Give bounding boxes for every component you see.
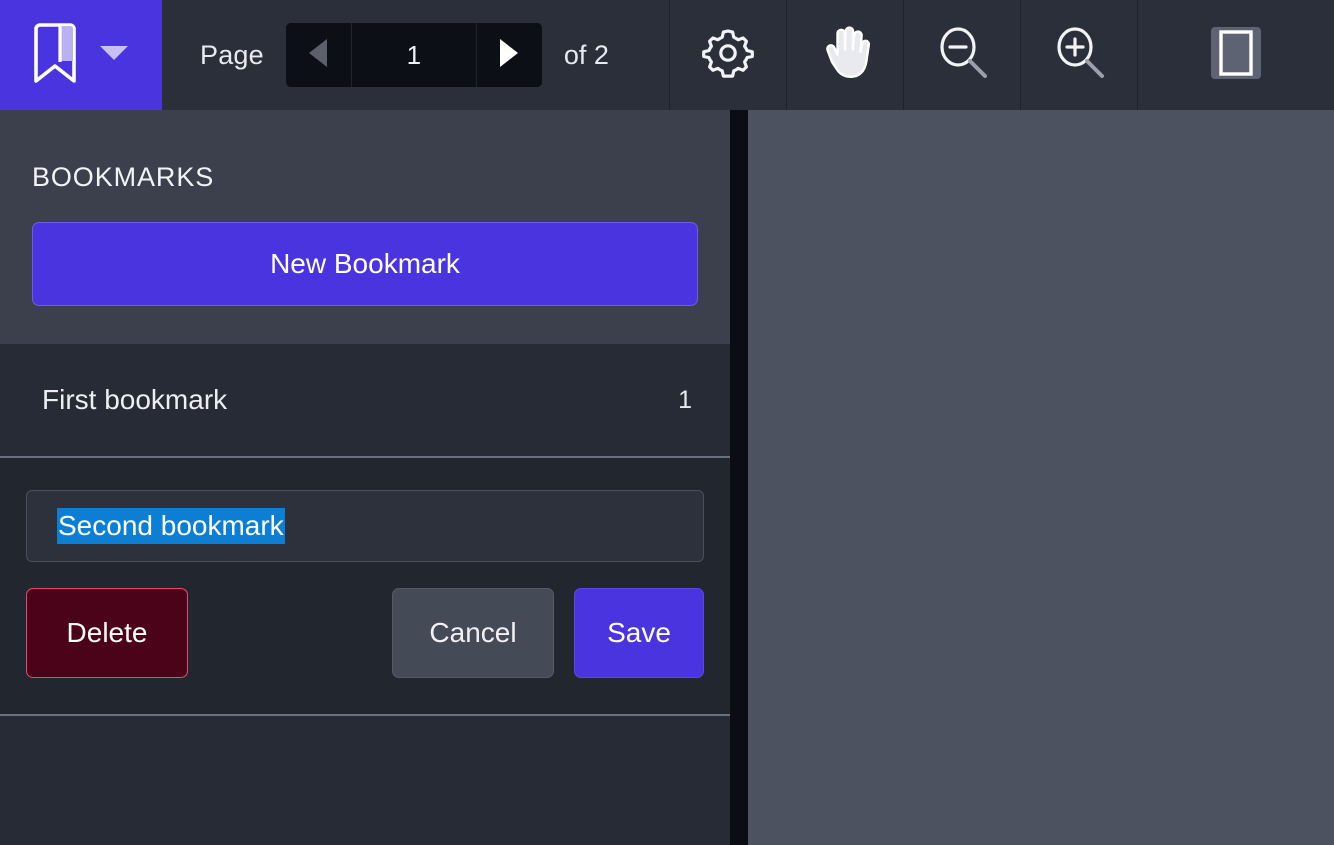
sidebar-splitter[interactable]	[730, 110, 748, 845]
toolbar: Page 1 o	[0, 0, 1334, 110]
bookmarks-sidebar: BOOKMARKS New Bookmark First bookmark 1 …	[0, 110, 730, 845]
save-button[interactable]: Save	[574, 588, 704, 678]
zoom-out-button[interactable]	[904, 0, 1021, 110]
page-layout-button[interactable]	[1138, 0, 1334, 110]
page-label: Page	[200, 40, 264, 71]
bookmark-name: First bookmark	[42, 384, 227, 416]
triangle-right-icon	[498, 38, 520, 73]
previous-page-button[interactable]	[286, 23, 352, 87]
magnifier-minus-icon	[933, 24, 991, 87]
document-viewer[interactable]	[748, 110, 1334, 845]
bookmark-page-number: 1	[678, 386, 692, 415]
gear-icon	[700, 25, 756, 86]
bookmark-name-input-value: Second bookmark	[57, 508, 285, 544]
workspace: BOOKMARKS New Bookmark First bookmark 1 …	[0, 110, 1334, 845]
pdf-viewer-app: Page 1 o	[0, 0, 1334, 845]
hand-icon	[818, 24, 872, 87]
pan-tool-button[interactable]	[787, 0, 904, 110]
zoom-in-button[interactable]	[1021, 0, 1138, 110]
list-item[interactable]: First bookmark 1	[0, 344, 730, 456]
page-total-label: of 2	[564, 40, 609, 71]
single-page-icon	[1209, 25, 1263, 86]
page-number-input[interactable]: 1	[352, 23, 476, 87]
page-stepper: 1	[286, 23, 542, 87]
bookmark-list: First bookmark 1 Second bookmark Delete …	[0, 344, 730, 845]
bookmark-icon	[33, 22, 77, 89]
delete-button[interactable]: Delete	[26, 588, 188, 678]
chevron-down-icon[interactable]	[99, 44, 129, 67]
bookmarks-panel-toggle[interactable]	[0, 0, 162, 110]
next-page-button[interactable]	[476, 23, 542, 87]
bookmark-edit-actions: Delete Cancel Save	[26, 588, 704, 678]
cancel-button[interactable]: Cancel	[392, 588, 554, 678]
triangle-left-icon	[307, 38, 329, 73]
bookmark-list-empty-area	[0, 716, 730, 845]
new-bookmark-button[interactable]: New Bookmark	[32, 222, 698, 306]
bookmark-edit-form: Second bookmark Delete Cancel Save	[0, 458, 730, 714]
magnifier-plus-icon	[1050, 24, 1108, 87]
page-title: BOOKMARKS	[32, 162, 698, 193]
bookmarks-header: BOOKMARKS New Bookmark	[0, 110, 730, 344]
bookmark-name-input[interactable]: Second bookmark	[26, 490, 704, 562]
page-navigation-group: Page 1 o	[162, 0, 670, 110]
settings-button[interactable]	[670, 0, 787, 110]
